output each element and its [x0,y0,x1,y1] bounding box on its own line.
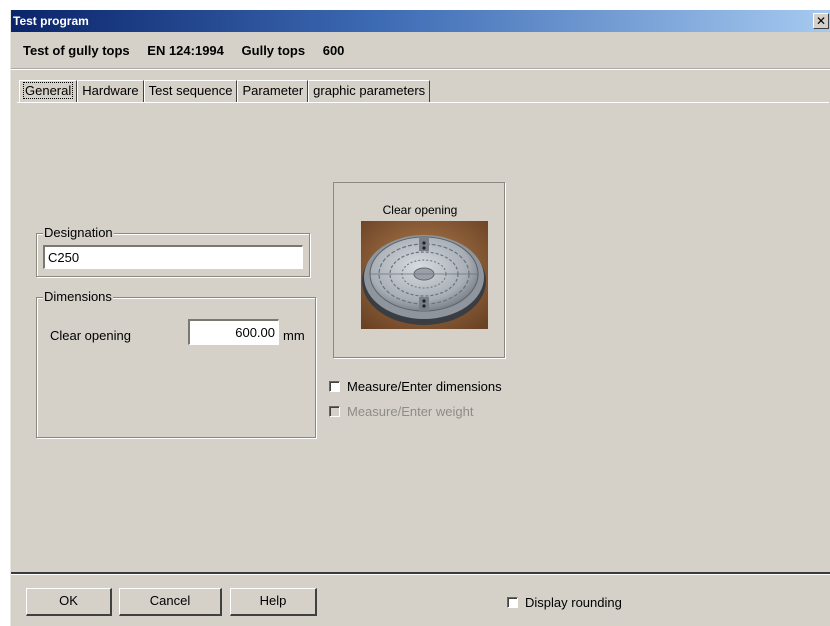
measure-weight-checkbox [329,406,340,417]
tab-strip: General Hardware Test sequence Parameter… [19,80,431,102]
clear-opening-unit: mm [283,328,305,343]
ok-button[interactable]: OK [26,588,112,616]
window-title: Test program [13,14,89,28]
designation-legend: Designation [43,225,114,240]
measure-dimensions-checkbox[interactable] [329,381,340,392]
tab-general[interactable]: General [19,80,78,102]
close-icon[interactable]: ✕ [813,13,829,29]
display-rounding-label: Display rounding [525,595,622,610]
standard-name: EN 124:1994 [147,43,224,58]
product-name: Gully tops [241,43,306,58]
product-size: 600 [322,43,345,58]
clear-opening-input[interactable] [188,319,279,345]
designation-input[interactable] [43,245,303,269]
measure-weight-option: Measure/Enter weight [329,404,473,419]
dimensions-group: Dimensions Clear opening mm [36,289,316,438]
tab-hardware[interactable]: Hardware [77,80,144,102]
clear-opening-image-panel: Clear opening [333,182,505,358]
manhole-cover-photo [361,221,488,329]
clear-opening-label: Clear opening [50,328,131,343]
tab-general-label: General [22,82,74,99]
image-caption: Clear opening [382,203,458,217]
title-bar: Test program ✕ [11,10,830,32]
tab-parameter[interactable]: Parameter [237,80,309,102]
cancel-button[interactable]: Cancel [119,588,222,616]
display-rounding-option[interactable]: Display rounding [507,595,622,610]
measure-dimensions-label: Measure/Enter dimensions [347,379,502,394]
measure-dimensions-option[interactable]: Measure/Enter dimensions [329,379,502,394]
test-name: Test of gully tops [23,43,130,58]
footer-separator [11,572,830,575]
help-button[interactable]: Help [230,588,317,616]
test-program-window: Test program ✕ Test of gully tops EN 124… [10,10,830,626]
display-rounding-checkbox[interactable] [507,597,518,608]
dimensions-legend: Dimensions [43,289,113,304]
tab-test-sequence[interactable]: Test sequence [143,80,238,102]
tab-graphic-parameters[interactable]: graphic parameters [308,80,431,102]
designation-group: Designation [36,225,310,277]
test-info-header: Test of gully tops EN 124:1994 Gully top… [11,34,830,70]
measure-weight-label: Measure/Enter weight [347,404,474,419]
